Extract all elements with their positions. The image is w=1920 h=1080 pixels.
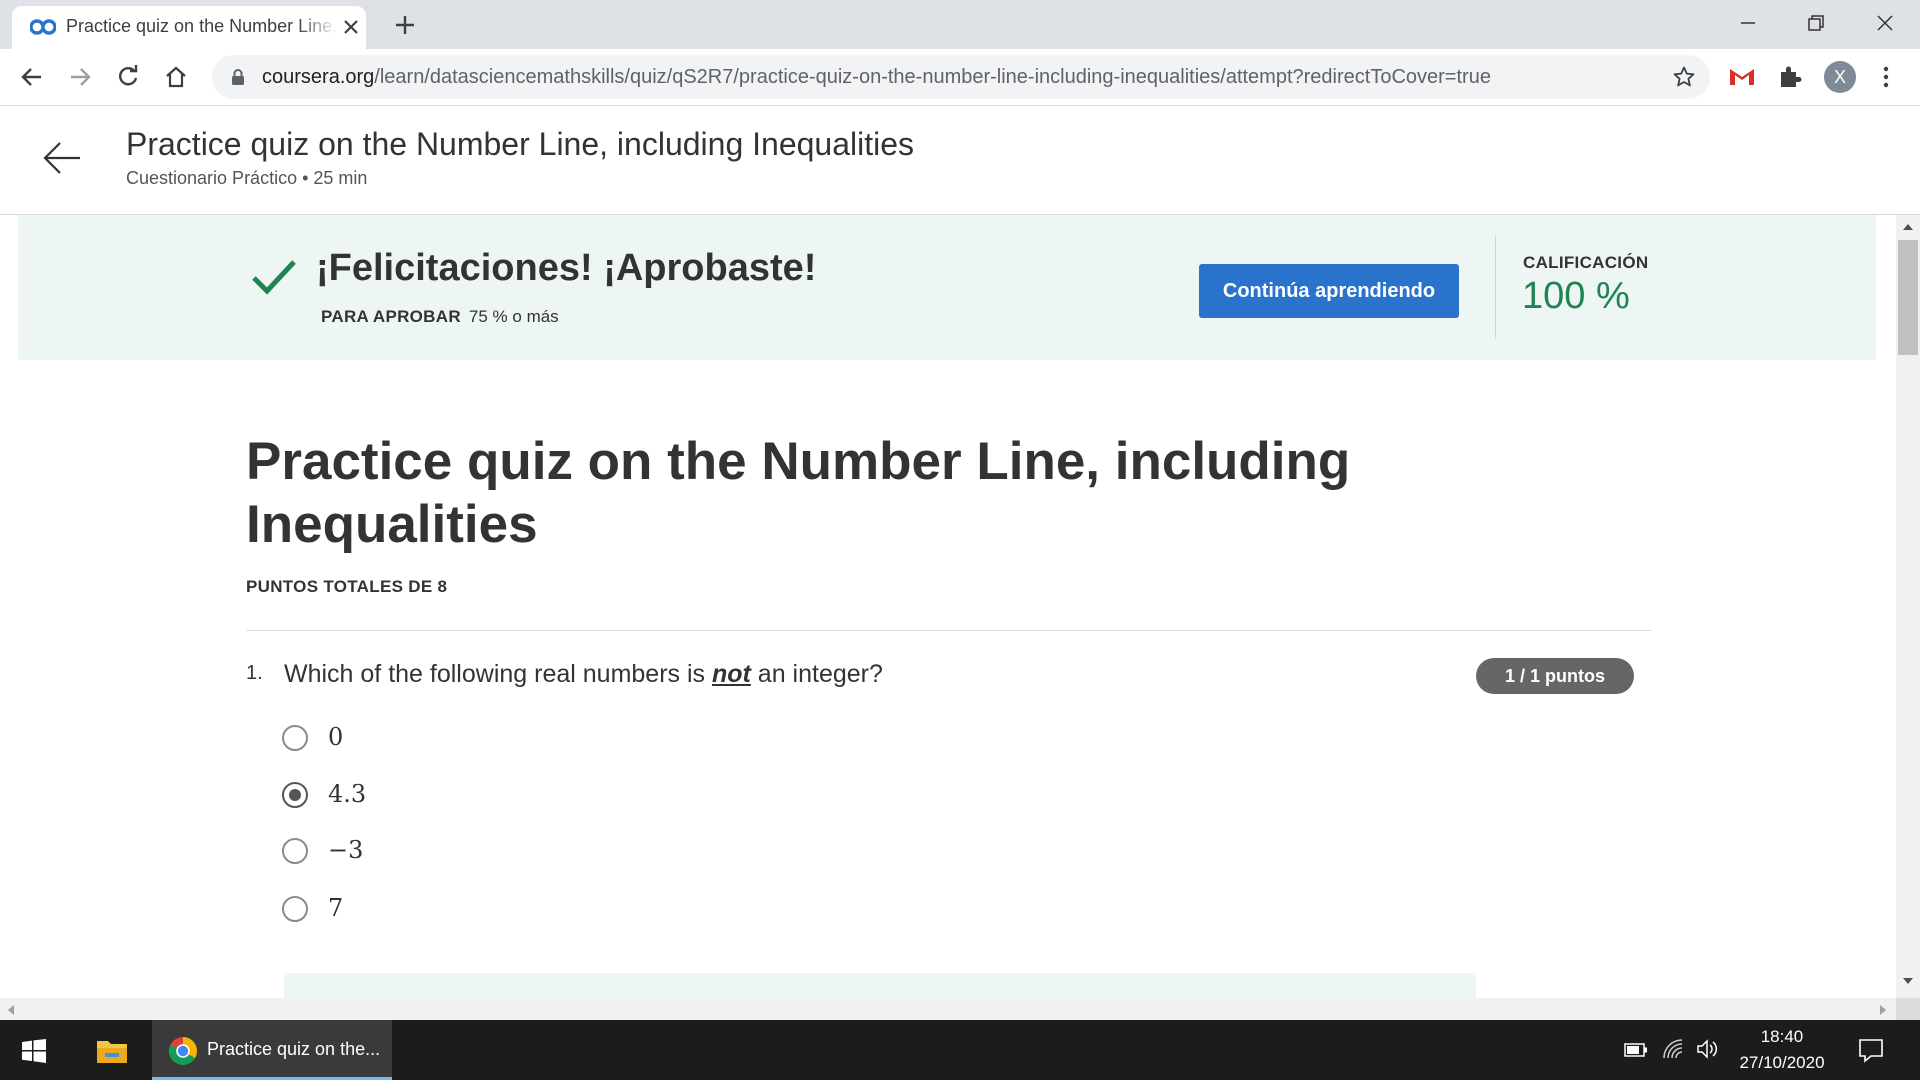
quiz-content: ¡Felicitaciones! ¡Aprobaste! PARA APROBA… [0, 215, 1896, 998]
home-icon[interactable] [162, 63, 190, 91]
browser-tab[interactable]: Practice quiz on the Number Line, includ… [12, 6, 366, 49]
header-title: Practice quiz on the Number Line, includ… [126, 126, 915, 162]
question-number: 1. [246, 662, 263, 684]
back-arrow-icon[interactable] [18, 63, 46, 91]
close-tab-icon[interactable] [340, 16, 362, 38]
taskbar-clock-date[interactable]: 27/10/2020 [1724, 1053, 1840, 1073]
radio-button[interactable] [282, 896, 308, 922]
pass-requirement: PARA APROBAR 75 % o más [321, 307, 559, 327]
header-subtitle: Cuestionario Práctico • 25 min [126, 168, 368, 188]
pass-requirement-label: PARA APROBAR [321, 307, 461, 326]
forward-arrow-icon[interactable] [66, 63, 94, 91]
windows-taskbar: Practice quiz on the... 18:40 27/10/2020 [0, 1020, 1920, 1080]
address-bar[interactable]: coursera.org/learn/datasciencemathskills… [212, 55, 1710, 99]
question-score-badge: 1 / 1 puntos [1476, 658, 1634, 694]
total-points: PUNTOS TOTALES DE 8 [246, 577, 448, 596]
scroll-right-arrow-icon[interactable] [1878, 1004, 1888, 1016]
question-text-start: Which of the following real numbers is [284, 660, 712, 688]
answer-option-label: −3 [328, 836, 364, 864]
browser-menu-icon[interactable] [1876, 63, 1896, 91]
new-tab-plus-icon[interactable] [392, 12, 418, 38]
question-text-emphasis: not [711, 660, 751, 688]
scroll-up-arrow-icon[interactable] [1902, 222, 1914, 232]
scroll-left-arrow-icon[interactable] [6, 1004, 16, 1016]
divider [246, 630, 1652, 631]
answer-feedback-box [284, 973, 1476, 998]
reload-icon[interactable] [114, 63, 142, 91]
chrome-logo-icon [168, 1037, 197, 1065]
battery-icon[interactable] [1624, 1042, 1648, 1058]
wifi-icon[interactable] [1662, 1038, 1686, 1060]
answer-option-label: 7 [328, 894, 344, 922]
continue-learning-button[interactable]: Continúa aprendiendo [1199, 264, 1459, 318]
passed-message: ¡Felicitaciones! ¡Aprobaste! [316, 247, 817, 289]
browser-tab-title: Practice quiz on the Number Line, includ… [66, 16, 338, 36]
grade-value: 100 % [1522, 275, 1630, 317]
file-explorer-icon[interactable] [96, 1037, 128, 1065]
answer-option-label: 4.3 [328, 780, 367, 808]
scroll-down-arrow-icon[interactable] [1902, 976, 1914, 986]
taskbar-chrome-label: Practice quiz on the... [207, 1039, 381, 1059]
result-banner: ¡Felicitaciones! ¡Aprobaste! PARA APROBA… [18, 215, 1876, 360]
radio-button[interactable] [282, 725, 308, 751]
minimize-window-icon[interactable] [1733, 8, 1763, 38]
profile-avatar[interactable]: X [1824, 61, 1856, 93]
scrollbar-corner [1896, 998, 1920, 1020]
restore-window-icon[interactable] [1801, 8, 1831, 38]
grade-label: CALIFICACIÓN [1523, 253, 1649, 272]
taskbar-chrome-window[interactable]: Practice quiz on the... [152, 1020, 392, 1080]
pass-requirement-value: 75 % o más [468, 307, 559, 326]
radio-button[interactable] [282, 782, 308, 808]
question-text: Which of the following real numbers is n… [284, 660, 883, 689]
url-path: /learn/datasciencemathskills/quiz/qS2R7/… [374, 66, 1491, 88]
horizontal-scrollbar[interactable] [0, 998, 1896, 1020]
windows-start-icon[interactable] [22, 1039, 46, 1063]
back-to-course-arrow-icon[interactable] [42, 138, 82, 178]
browser-toolbar: coursera.org/learn/datasciencemathskills… [0, 49, 1920, 106]
lock-icon [232, 69, 244, 85]
answer-option-label: 0 [328, 723, 344, 751]
taskbar-clock-time[interactable]: 18:40 [1742, 1027, 1822, 1047]
radio-button[interactable] [282, 838, 308, 864]
banner-divider [1495, 235, 1496, 339]
notifications-icon[interactable] [1858, 1037, 1884, 1063]
gmail-extension-icon[interactable] [1728, 65, 1756, 89]
quiz-title: Practice quiz on the Number Line, includ… [246, 432, 1351, 554]
extensions-puzzle-icon[interactable] [1776, 63, 1804, 91]
checkmark-icon [252, 260, 296, 295]
browser-tab-strip: Practice quiz on the Number Line, includ… [0, 0, 1920, 49]
close-window-icon[interactable] [1870, 8, 1900, 38]
url-domain: coursera.org [262, 66, 375, 88]
volume-icon[interactable] [1696, 1038, 1720, 1060]
question-text-end: an integer? [750, 660, 883, 688]
bookmark-star-icon[interactable] [1672, 65, 1696, 89]
url-text: coursera.org/learn/datasciencemathskills… [262, 66, 1491, 89]
vertical-scrollbar-thumb[interactable] [1898, 240, 1918, 355]
quiz-page-header: Practice quiz on the Number Line, includ… [0, 106, 1920, 215]
coursera-favicon-icon [30, 19, 56, 35]
